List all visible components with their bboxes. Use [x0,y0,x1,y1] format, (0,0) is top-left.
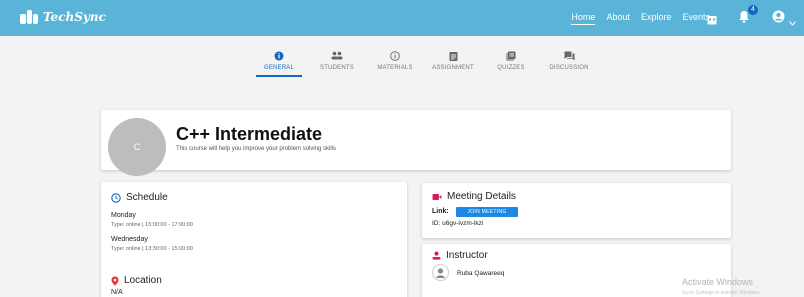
schedule-day-2: Wednesday [111,236,148,243]
schedule-heading: Schedule [111,192,168,203]
course-description: This course will help you improve your p… [176,146,337,152]
account-icon[interactable] [772,10,785,28]
info-outline-icon [366,50,424,61]
tab-materials[interactable]: MATERIALS [366,50,424,77]
instructor-avatar [432,264,449,281]
clock-icon [111,192,121,203]
activation-watermark: Activate Windows [682,277,754,287]
tab-students[interactable]: STUDENTS [308,50,366,77]
nav-links: Home About Explore Events [571,12,710,25]
nav-events[interactable]: Events [682,12,710,25]
tab-label: DISCUSSION [549,65,589,71]
course-title: C++ Intermediate [176,124,323,144]
schedule-detail-2: Type: online | 13:30:00 - 15:00:00 [111,246,193,252]
schedule-day-1: Monday [111,212,136,219]
tab-label: ASSIGNMENT [432,65,474,71]
meeting-heading: Meeting Details [432,191,516,202]
location-heading: Location [111,275,162,286]
meeting-details-card: Meeting Details Link: JOIN MEETING ID: u… [422,183,731,238]
schedule-card: Schedule Monday Type: online | 15:00:00 … [101,182,407,297]
course-avatar: C [108,118,166,176]
instructor-title: Instructor [446,250,488,261]
meeting-link-label: Link: [432,208,449,215]
meeting-id: ID: u6gv-lvzm-lkzi [432,220,484,227]
nav-explore[interactable]: Explore [641,12,672,25]
course-tabs: GENERAL STUDENTS MATERIALS ASSIGNMENT QU… [250,50,598,77]
quiz-icon [482,50,540,61]
activation-watermark-hint: Go to Settings to activate Windows. [682,290,761,296]
group-icon [308,50,366,61]
location-value: N/A [111,289,123,296]
join-meeting-button[interactable]: JOIN MEETING [456,207,518,217]
tab-discussion[interactable]: DISCUSSION [540,50,598,77]
tab-label: QUIZZES [497,65,525,71]
brand-name: TechSync [43,10,106,24]
notification-badge: 4 [748,5,758,15]
chevron-down-icon[interactable] [789,13,796,31]
tab-general[interactable]: GENERAL [250,50,308,77]
tab-quizzes[interactable]: QUIZZES [482,50,540,77]
info-icon [250,50,308,61]
tab-label: STUDENTS [320,65,354,71]
instructor-name: Ruba Qawareeq [457,270,505,277]
tab-label: GENERAL [263,65,295,71]
nav-home[interactable]: Home [571,12,596,25]
person-icon [432,251,441,260]
meeting-title: Meeting Details [447,191,516,202]
location-title: Location [124,275,162,286]
video-camera-icon [432,193,442,201]
instructor-heading: Instructor [432,250,488,261]
assignment-icon [424,50,482,61]
brand-logo[interactable]: TechSync [20,10,106,24]
active-tab-indicator [256,75,302,77]
forum-icon [540,50,598,61]
tab-label: MATERIALS [377,65,413,71]
nav-about[interactable]: About [606,12,630,25]
location-pin-icon [111,276,119,286]
calendar-icon[interactable] [707,12,717,30]
schedule-title: Schedule [126,192,168,203]
top-navbar: TechSync Home About Explore Events 4 [0,0,804,36]
tab-assignment[interactable]: ASSIGNMENT [424,50,482,77]
people-logo-icon [20,10,38,24]
course-header-card: C C++ Intermediate This course will help… [101,110,731,176]
schedule-detail-1: Type: online | 15:00:00 - 17:00:00 [111,222,193,228]
